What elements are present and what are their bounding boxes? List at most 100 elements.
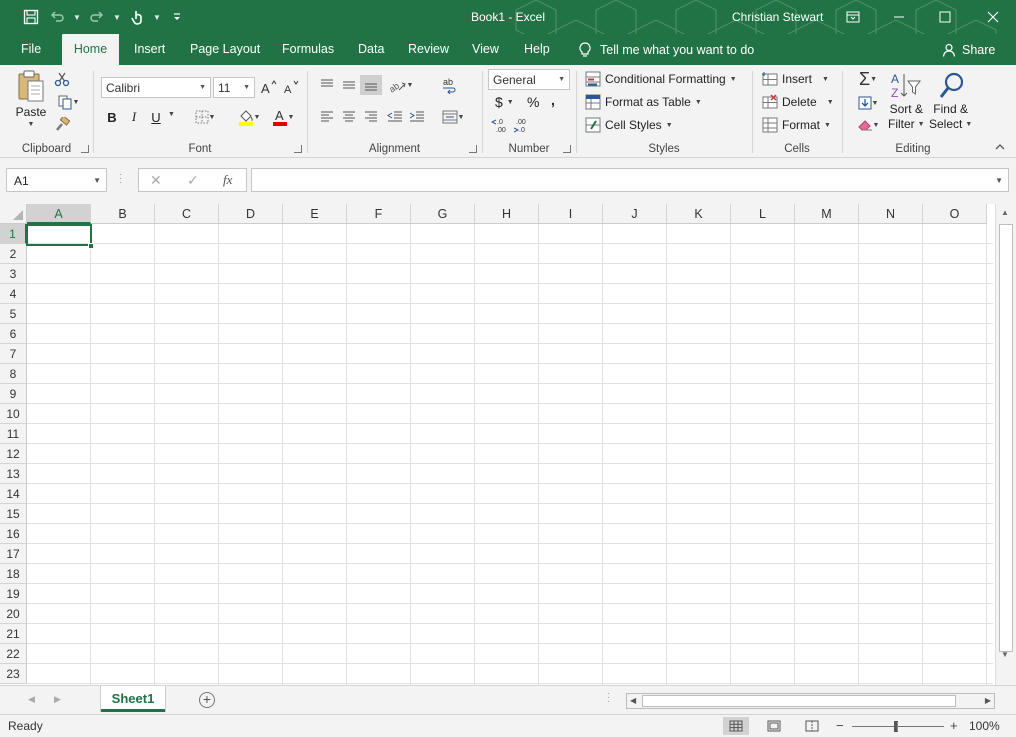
row-header-17[interactable]: 17	[0, 544, 27, 564]
normal-view-icon[interactable]	[723, 717, 749, 735]
row-header-3[interactable]: 3	[0, 264, 27, 284]
clear-button[interactable]: ▼	[851, 115, 885, 135]
increase-indent-icon[interactable]	[406, 107, 428, 127]
row-header-20[interactable]: 20	[0, 604, 27, 624]
insert-function-icon[interactable]: fx	[223, 172, 232, 188]
number-format-select[interactable]: General ▼	[488, 69, 570, 90]
fill-handle[interactable]	[88, 243, 94, 249]
row-header-22[interactable]: 22	[0, 644, 27, 664]
tab-page-layout[interactable]: Page Layout	[180, 34, 270, 65]
row-header-2[interactable]: 2	[0, 244, 27, 264]
bold-button[interactable]: B	[101, 107, 123, 127]
bottom-align-icon[interactable]	[360, 75, 382, 95]
copy-button[interactable]: ▼	[51, 92, 85, 112]
row-header-6[interactable]: 6	[0, 324, 27, 344]
row-header-21[interactable]: 21	[0, 624, 27, 644]
row-header-16[interactable]: 16	[0, 524, 27, 544]
page-layout-view-icon[interactable]	[761, 717, 787, 735]
merge-center-button[interactable]: ▼	[436, 107, 470, 127]
tab-formulas[interactable]: Formulas	[272, 34, 344, 65]
conditional-formatting-button[interactable]: Conditional Formatting ▼	[585, 71, 737, 87]
borders-button[interactable]: ▼	[188, 107, 222, 127]
column-header-b[interactable]: B	[91, 204, 155, 224]
row-header-1[interactable]: 1	[0, 224, 27, 244]
tab-file[interactable]: File	[11, 34, 51, 65]
maximize-icon[interactable]	[922, 0, 968, 34]
formula-input[interactable]: ▼	[251, 168, 1009, 192]
collapse-ribbon-icon[interactable]	[990, 139, 1010, 155]
close-icon[interactable]	[970, 0, 1016, 34]
name-box[interactable]: A1 ▼	[6, 168, 107, 192]
row-header-5[interactable]: 5	[0, 304, 27, 324]
zoom-level[interactable]: 100%	[969, 719, 1000, 733]
column-header-j[interactable]: J	[603, 204, 667, 224]
number-dialog-launcher-icon[interactable]	[563, 145, 571, 153]
scroll-left-icon[interactable]: ◀	[630, 696, 636, 705]
font-color-button[interactable]: A ▼	[266, 107, 300, 127]
font-size-select[interactable]: 11 ▼	[213, 77, 255, 98]
column-header-k[interactable]: K	[667, 204, 731, 224]
cell-styles-button[interactable]: Cell Styles ▼	[585, 117, 673, 133]
alignment-dialog-launcher-icon[interactable]	[469, 145, 477, 153]
column-header-d[interactable]: D	[219, 204, 283, 224]
vertical-scroll-thumb[interactable]	[999, 224, 1013, 652]
increase-font-size-icon[interactable]: A	[258, 77, 280, 97]
row-header-23[interactable]: 23	[0, 664, 27, 684]
format-painter-icon[interactable]	[51, 115, 73, 135]
fill-color-button[interactable]: ▼	[232, 107, 266, 127]
column-header-g[interactable]: G	[411, 204, 475, 224]
vertical-scrollbar[interactable]: ▲ ▼	[995, 204, 1016, 685]
row-header-11[interactable]: 11	[0, 424, 27, 444]
scroll-right-icon[interactable]: ▶	[985, 696, 991, 705]
row-header-14[interactable]: 14	[0, 484, 27, 504]
find-select-button[interactable]: Find & Select ▼	[929, 71, 972, 131]
cut-icon[interactable]	[51, 69, 73, 89]
format-as-table-button[interactable]: Format as Table ▼	[585, 94, 702, 110]
row-header-10[interactable]: 10	[0, 404, 27, 424]
font-name-select[interactable]: Calibri ▼	[101, 77, 211, 98]
row-header-15[interactable]: 15	[0, 504, 27, 524]
clipboard-dialog-launcher-icon[interactable]	[81, 145, 89, 153]
currency-format-button[interactable]: $ ▼	[495, 94, 514, 110]
tab-view[interactable]: View	[462, 34, 509, 65]
top-align-icon[interactable]	[316, 75, 338, 95]
decrease-decimal-icon[interactable]: .00.0	[511, 115, 533, 135]
column-header-e[interactable]: E	[283, 204, 347, 224]
horizontal-scroll-thumb[interactable]	[642, 695, 956, 707]
tab-help[interactable]: Help	[514, 34, 560, 65]
horizontal-scrollbar[interactable]: ◀ ▶	[626, 693, 995, 709]
column-header-f[interactable]: F	[347, 204, 411, 224]
delete-cells-button[interactable]: Delete ▼	[762, 94, 834, 110]
active-cell-a1[interactable]	[26, 224, 92, 246]
row-header-12[interactable]: 12	[0, 444, 27, 464]
next-sheet-icon[interactable]: ▶	[54, 694, 61, 705]
zoom-in-icon[interactable]: +	[950, 718, 958, 733]
tab-data[interactable]: Data	[348, 34, 394, 65]
comma-style-button[interactable]: ,	[551, 92, 555, 108]
tab-home[interactable]: Home	[62, 34, 119, 65]
percent-style-button[interactable]: %	[527, 94, 539, 110]
column-header-c[interactable]: C	[155, 204, 219, 224]
format-cells-button[interactable]: Format ▼	[762, 117, 831, 133]
increase-decimal-icon[interactable]: .0.00	[489, 115, 511, 135]
scroll-up-icon[interactable]: ▲	[1001, 208, 1009, 217]
tab-insert[interactable]: Insert	[124, 34, 175, 65]
zoom-out-icon[interactable]: −	[836, 718, 844, 733]
share-button[interactable]: Share	[942, 34, 995, 65]
row-header-7[interactable]: 7	[0, 344, 27, 364]
cell-area[interactable]	[27, 224, 993, 685]
fill-button[interactable]: ▼	[851, 93, 885, 113]
cancel-entry-icon[interactable]: ✕	[150, 172, 162, 189]
row-header-8[interactable]: 8	[0, 364, 27, 384]
decrease-font-size-icon[interactable]: A	[280, 77, 302, 97]
row-header-13[interactable]: 13	[0, 464, 27, 484]
expand-formula-bar-icon[interactable]: ▼	[995, 176, 1003, 185]
enter-entry-icon[interactable]: ✓	[187, 172, 199, 189]
previous-sheet-icon[interactable]: ◀	[28, 694, 35, 705]
user-name[interactable]: Christian Stewart	[732, 10, 823, 24]
column-header-a[interactable]: A	[27, 204, 91, 224]
column-header-l[interactable]: L	[731, 204, 795, 224]
zoom-slider[interactable]	[852, 721, 944, 732]
formula-bar-splitter-icon[interactable]: · · ·	[119, 170, 122, 188]
underline-dropdown-icon[interactable]: ▼	[168, 111, 175, 118]
